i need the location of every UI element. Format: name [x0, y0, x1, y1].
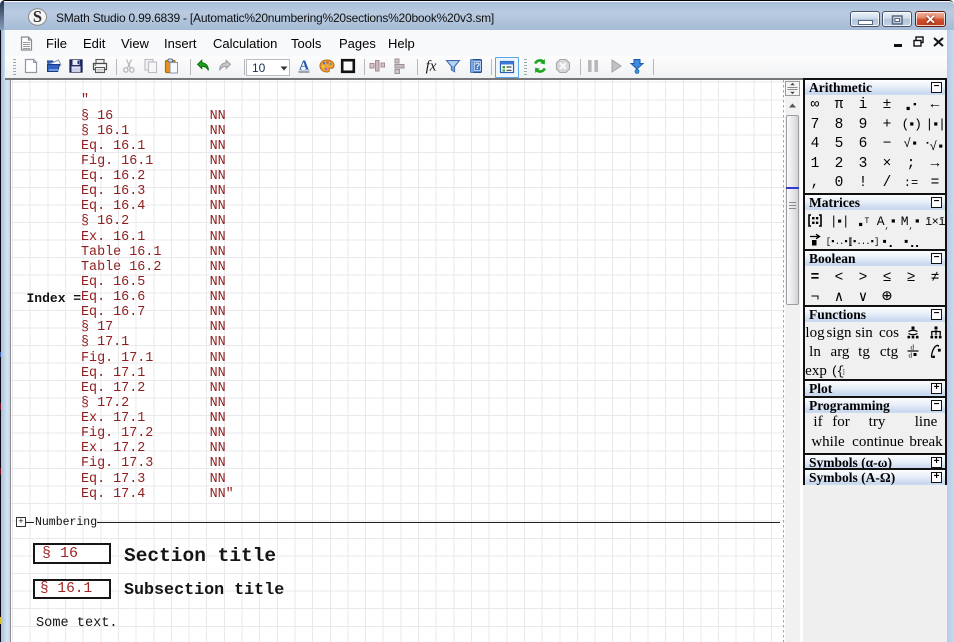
- svg-text:S: S: [33, 8, 42, 26]
- svg-text:fx: fx: [426, 59, 437, 75]
- svg-text:d: d: [911, 344, 915, 352]
- svg-text:d: d: [909, 352, 913, 359]
- svg-text:?: ?: [475, 61, 481, 71]
